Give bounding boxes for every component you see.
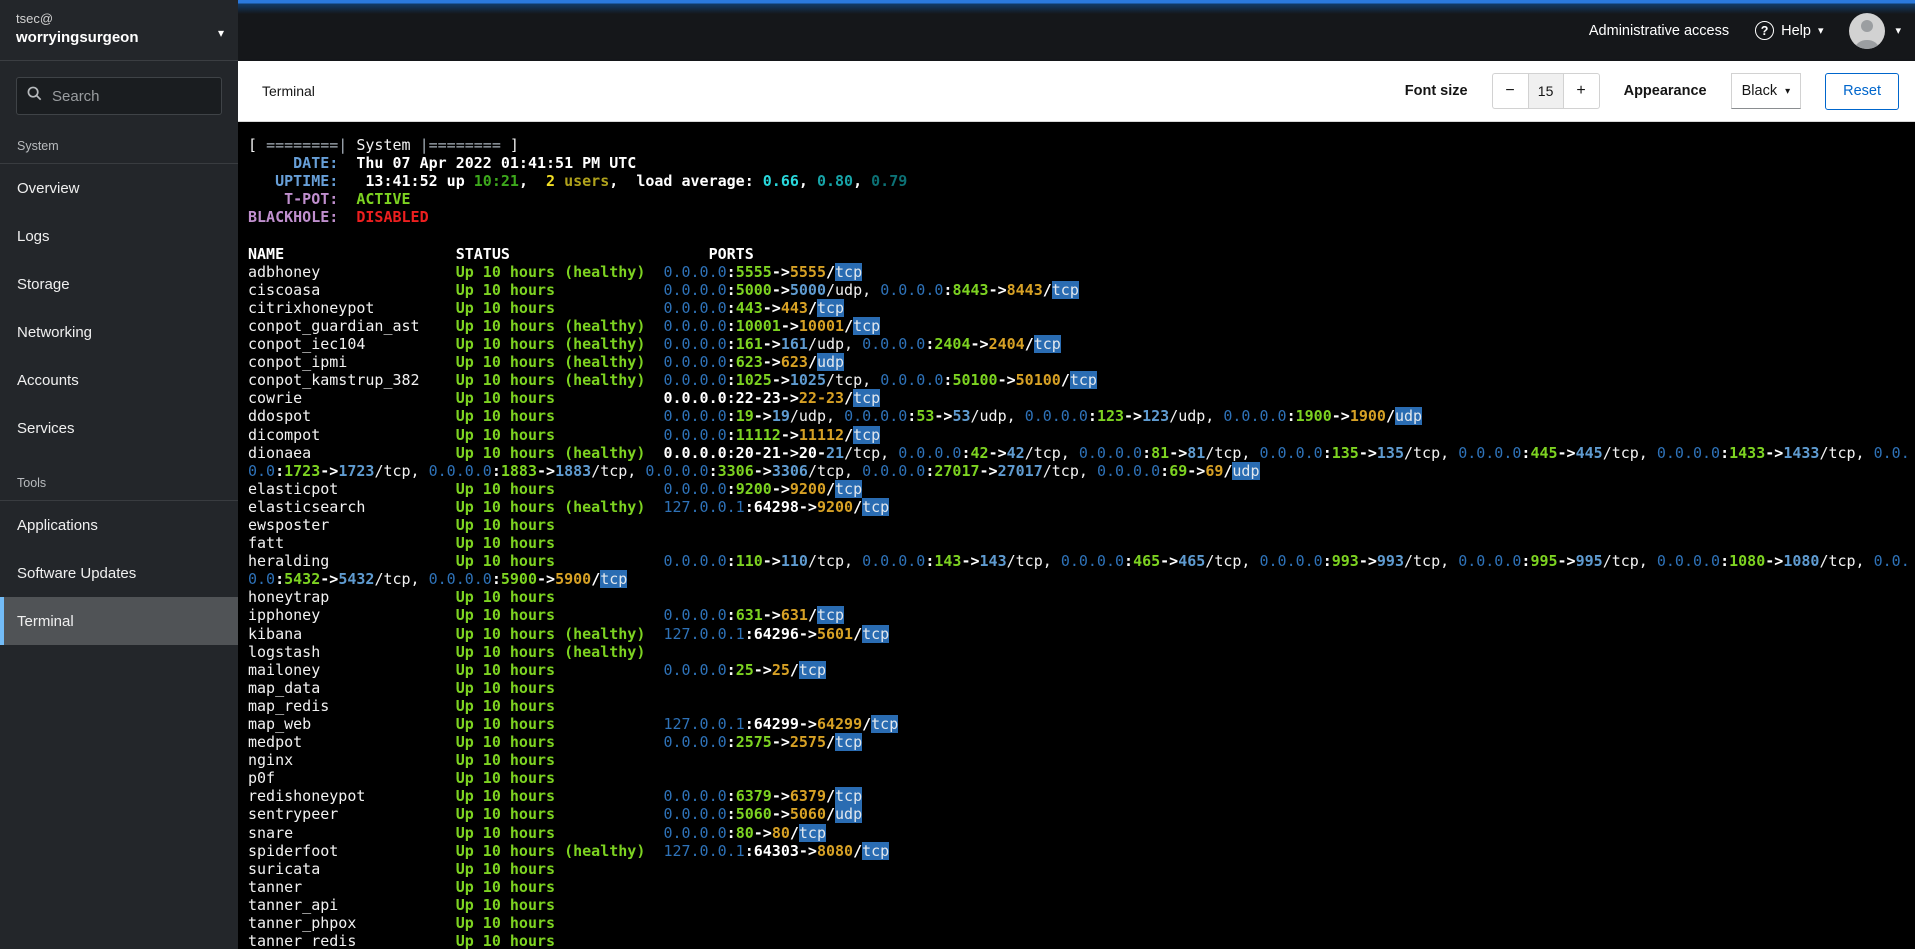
terminal-line: ddospot Up 10 hours 0.0.0.0:19->19/udp, … [248,407,1423,426]
terminal-line: ewsposter Up 10 hours [248,515,556,534]
terminal-line: heralding Up 10 hours 0.0.0.0:110->110/t… [248,552,1910,571]
terminal-line: honeytrap Up 10 hours [248,588,556,607]
chevron-down-icon: ▾ [1895,25,1901,37]
terminal-line: tanner_api Up 10 hours [248,895,556,914]
user-menu[interactable]: tsec@ worryingsurgeon ▾ [0,0,238,61]
terminal-line: map_redis Up 10 hours [248,696,556,715]
sidebar-item-terminal[interactable]: Terminal [0,597,238,645]
font-size-stepper: − 15 + [1491,73,1600,109]
sidebar-item-label: Terminal [17,612,74,630]
terminal-line: elasticsearch Up 10 hours (healthy) 127.… [248,497,890,516]
terminal-line: conpot_kamstrup_382 Up 10 hours (healthy… [248,371,1097,390]
terminal-line: dicompot Up 10 hours 0.0.0.0:11112->1111… [248,425,881,444]
terminal-line: conpot_guardian_ast Up 10 hours (healthy… [248,316,881,335]
sidebar-item-services[interactable]: Services [0,404,238,452]
masthead: Administrative access ? Help ▾ ▾ [238,0,1915,61]
sidebar-item-label: Accounts [17,371,79,389]
appearance-value: Black [1741,83,1778,99]
terminal-line: nginx Up 10 hours [248,751,556,770]
sidebar-section-label: Tools [17,476,47,490]
sidebar-nav: System Overview Logs Storage Networking Accou… [0,139,238,645]
terminal-line: mailoney Up 10 hours 0.0.0.0:25->25/tcp [248,660,826,679]
terminal-line: map_data Up 10 hours [248,678,556,697]
terminal-line: logstash Up 10 hours (healthy) [248,642,646,661]
font-size-increase-button[interactable]: + [1563,73,1600,109]
chevron-down-icon: ▾ [1785,85,1791,97]
reset-button[interactable]: Reset [1825,72,1899,110]
terminal-line: kibana Up 10 hours (healthy) 127.0.0.1:6… [248,624,890,643]
sidebar-item-networking[interactable]: Networking [0,308,238,356]
sidebar-item-overview[interactable]: Overview [0,164,238,212]
page-title: Terminal [262,83,315,99]
search-box[interactable] [16,77,222,115]
font-size-value[interactable]: 15 [1527,73,1564,109]
appearance-label: Appearance [1623,83,1707,99]
terminal-line: UPTIME: 13:41:52 up 10:21, 2 users, load… [248,172,908,191]
chevron-down-icon: ▾ [217,26,224,40]
appearance-select[interactable]: Black ▾ [1730,73,1802,109]
sidebar-item-label: Software Updates [17,564,137,582]
terminal-line: ciscoasa Up 10 hours 0.0.0.0:5000->5000/… [248,280,1079,299]
terminal-line: ipphoney Up 10 hours 0.0.0.0:631->631/tc… [248,606,845,625]
search-icon [27,86,42,106]
help-label: Help [1781,22,1811,39]
terminal-line: redishoneypot Up 10 hours 0.0.0.0:6379->… [248,787,863,806]
sidebar-item-accounts[interactable]: Accounts [0,356,238,404]
terminal-line: 0.0:1723->1723/tcp, 0.0.0.0:1883->1883/t… [248,461,1260,480]
terminal-line: citrixhoneypot Up 10 hours 0.0.0.0:443->… [248,298,845,317]
terminal-line: tanner_redis Up 10 hours [248,932,556,949]
terminal-line: suricata Up 10 hours [248,859,556,878]
sidebar-section-label: System [17,139,59,153]
chevron-down-icon: ▾ [1817,25,1824,37]
help-icon: ? [1755,21,1775,40]
sidebar-item-label: Logs [17,227,50,245]
sidebar-item-label: Storage [17,275,70,293]
user-name: tsec@ [16,11,54,26]
terminal-pane[interactable]: [ ========| System |======== ] DATE: Thu… [238,123,1915,949]
font-size-label: Font size [1404,83,1468,99]
sidebar-item-label: Services [17,419,75,437]
terminal-line: tanner_phpox Up 10 hours [248,914,556,933]
terminal-output[interactable]: [ ========| System |======== ] DATE: Thu… [248,136,1915,949]
sidebar-item-label: Networking [17,323,93,341]
terminal-line: 0.0:5432->5432/tcp, 0.0.0.0:5900->5900/t… [248,570,628,589]
terminal-line: p0f Up 10 hours [248,769,556,788]
terminal-toolbar: Terminal Font size − 15 + Appearance Bla… [238,61,1915,122]
terminal-line: sentrypeer Up 10 hours 0.0.0.0:5060->506… [248,805,863,824]
terminal-line: conpot_ipmi Up 10 hours (healthy) 0.0.0.… [248,353,845,372]
terminal-line: cowrie Up 10 hours 0.0.0.0:22-23->22-23/… [248,389,881,408]
terminal-line: NAME STATUS PORTS [248,244,754,263]
sidebar-item-label: Applications [17,516,98,534]
terminal-line: fatt Up 10 hours [248,534,556,553]
terminal-line: elasticpot Up 10 hours 0.0.0.0:9200->920… [248,479,863,498]
terminal-line: adbhoney Up 10 hours (healthy) 0.0.0.0:5… [248,262,863,281]
admin-access-button[interactable]: Administrative access [1589,23,1729,39]
terminal-line: map_web Up 10 hours 127.0.0.1:64299->642… [248,715,899,733]
terminal-line: conpot_iec104 Up 10 hours (healthy) 0.0.… [248,335,1061,354]
avatar [1849,12,1886,49]
sidebar: tsec@ worryingsurgeon ▾ System Overview Lo… [0,0,238,949]
sidebar-item-label: Overview [17,179,80,197]
host-name: worryingsurgeon [16,29,139,46]
terminal-line: snare Up 10 hours 0.0.0.0:80->80/tcp [248,823,826,842]
font-size-decrease-button[interactable]: − [1491,73,1528,109]
sidebar-item-logs[interactable]: Logs [0,212,238,260]
session-menu[interactable]: ▾ [1849,12,1901,49]
terminal-line: medpot Up 10 hours 0.0.0.0:2575->2575/tc… [248,733,863,752]
terminal-line: T-POT: ACTIVE [248,190,411,209]
search-input[interactable] [50,86,211,106]
terminal-line: tanner Up 10 hours [248,877,556,896]
sidebar-item-applications[interactable]: Applications [0,501,238,549]
sidebar-item-software-updates[interactable]: Software Updates [0,549,238,597]
help-menu[interactable]: ? Help ▾ [1755,21,1823,40]
terminal-line: dionaea Up 10 hours (healthy) 0.0.0.0:20… [248,443,1910,462]
terminal-line: [ ========| System |======== ] [248,136,519,154]
terminal-line: BLACKHOLE: DISABLED [248,208,429,227]
terminal-line: DATE: Thu 07 Apr 2022 01:41:51 PM UTC [248,154,637,173]
sidebar-item-storage[interactable]: Storage [0,260,238,308]
terminal-line: spiderfoot Up 10 hours (healthy) 127.0.0… [248,841,890,860]
